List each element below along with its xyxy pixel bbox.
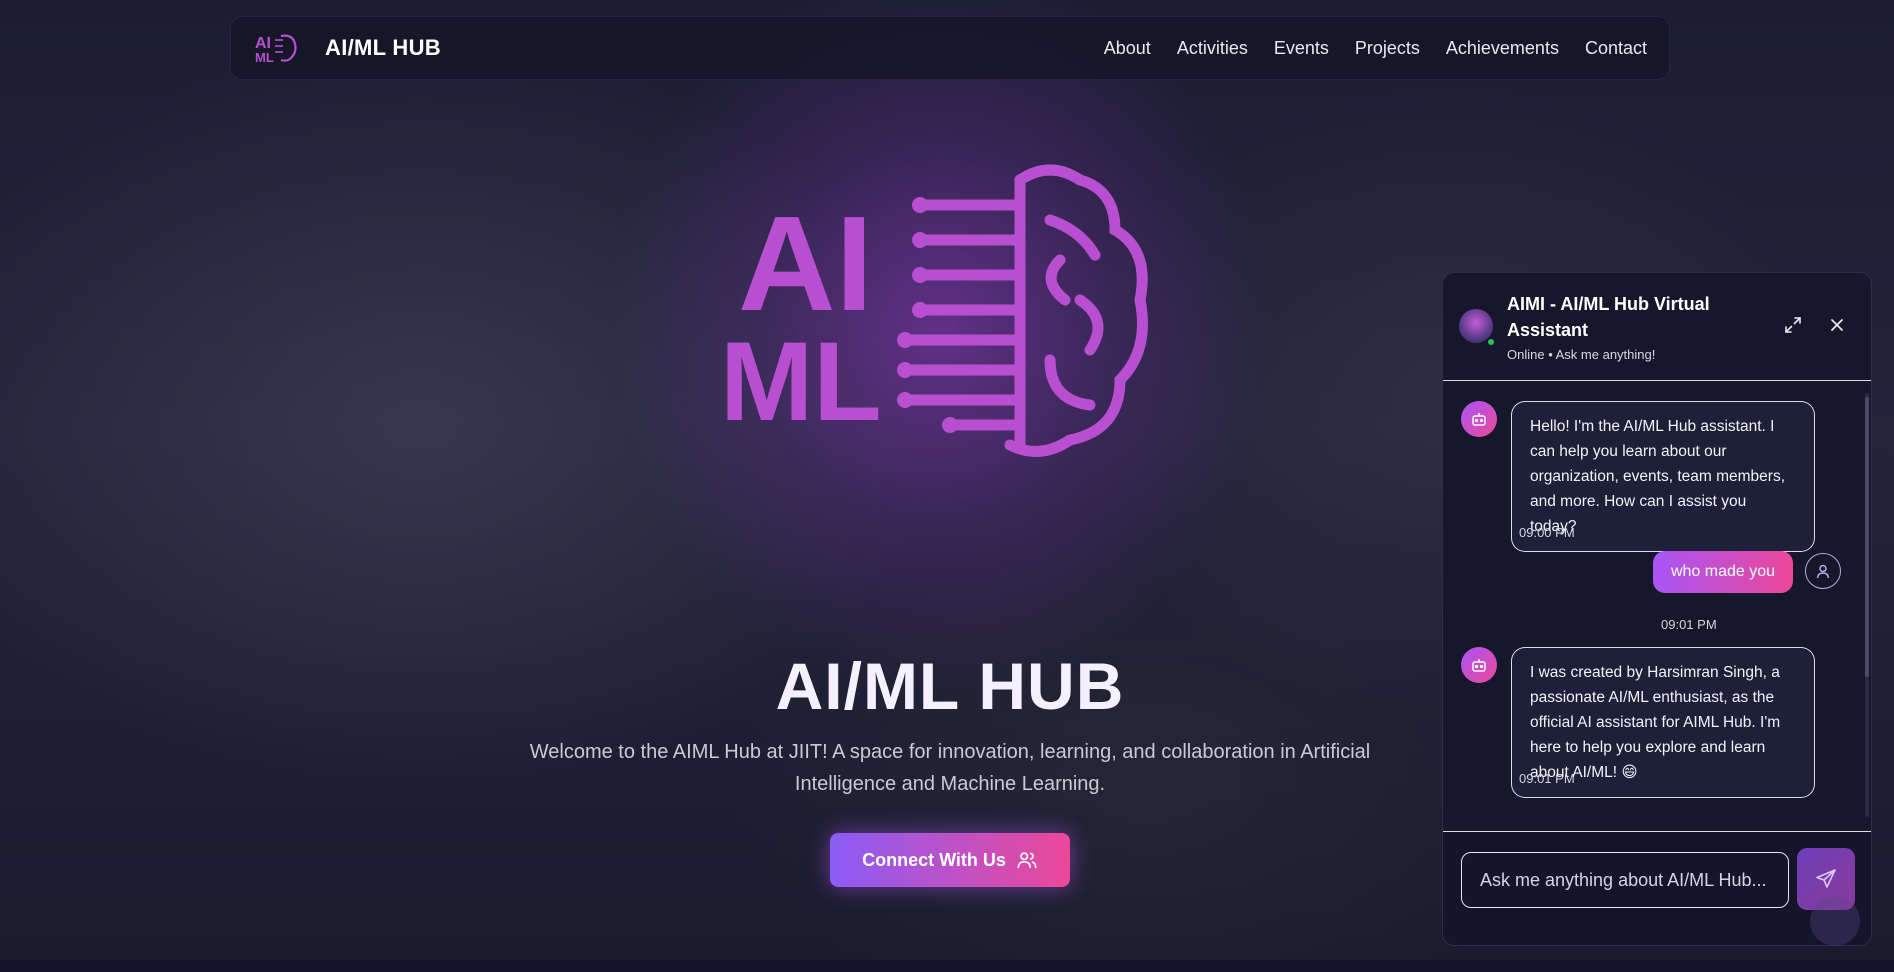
user-message: who made you xyxy=(1653,551,1793,593)
chat-footer xyxy=(1443,831,1871,945)
hero-description: Welcome to the AIML Hub at JIIT! A space… xyxy=(529,741,1371,795)
expand-button[interactable] xyxy=(1781,313,1805,337)
chat-scrollbar[interactable] xyxy=(1863,383,1871,823)
chat-input[interactable] xyxy=(1461,852,1789,908)
send-icon xyxy=(1816,869,1836,888)
svg-text:ML: ML xyxy=(720,319,882,444)
user-icon xyxy=(1816,564,1830,579)
online-indicator xyxy=(1486,337,1496,347)
user-avatar xyxy=(1805,553,1841,589)
scroll-thumb[interactable] xyxy=(1865,397,1869,677)
aiml-logo-icon[interactable]: AI ML xyxy=(253,30,301,66)
message-time: 09:00 PM xyxy=(1519,525,1575,540)
nav-link-achievements[interactable]: Achievements xyxy=(1446,38,1559,59)
message-time: 09:01 PM xyxy=(1519,771,1575,786)
chat-title: AIMI - AI/ML Hub Virtual Assistant xyxy=(1507,294,1710,340)
expand-icon xyxy=(1785,317,1801,333)
bot-icon xyxy=(1472,413,1486,426)
chat-status: Online • Ask me anything! xyxy=(1507,347,1656,362)
bot-avatar xyxy=(1461,647,1497,683)
close-icon xyxy=(1831,319,1843,331)
bot-avatar xyxy=(1461,401,1497,437)
nav-link-about[interactable]: About xyxy=(1104,38,1151,59)
chat-launcher-shadow xyxy=(1810,896,1860,946)
hero-logo-icon: AI ML xyxy=(720,164,1148,457)
svg-text:AI: AI xyxy=(738,188,873,339)
nav-links: About Activities Events Projects Achieve… xyxy=(1104,38,1647,59)
chat-header: AIMI - AI/ML Hub Virtual Assistant Onlin… xyxy=(1443,273,1871,381)
page-bottom-strip xyxy=(0,960,1894,972)
chat-panel: AIMI - AI/ML Hub Virtual Assistant Onlin… xyxy=(1442,272,1872,946)
chat-messages[interactable]: Hello! I'm the AI/ML Hub assistant. I ca… xyxy=(1443,381,1871,825)
nav-link-contact[interactable]: Contact xyxy=(1585,38,1647,59)
navbar: AI ML AI/ML HUB About Activities Events … xyxy=(230,16,1670,80)
close-chat-button[interactable] xyxy=(1825,313,1849,337)
nav-link-events[interactable]: Events xyxy=(1274,38,1329,59)
nav-link-projects[interactable]: Projects xyxy=(1355,38,1420,59)
nav-brand[interactable]: AI/ML HUB xyxy=(325,35,441,61)
connect-with-us-button[interactable]: Connect With Us xyxy=(830,833,1070,887)
bot-icon xyxy=(1472,659,1486,672)
connect-button-label: Connect With Us xyxy=(862,849,1006,870)
message-time: 09:01 PM xyxy=(1661,617,1717,632)
users-icon xyxy=(1017,852,1037,869)
nav-link-activities[interactable]: Activities xyxy=(1177,38,1248,59)
svg-text:ML: ML xyxy=(255,50,274,65)
